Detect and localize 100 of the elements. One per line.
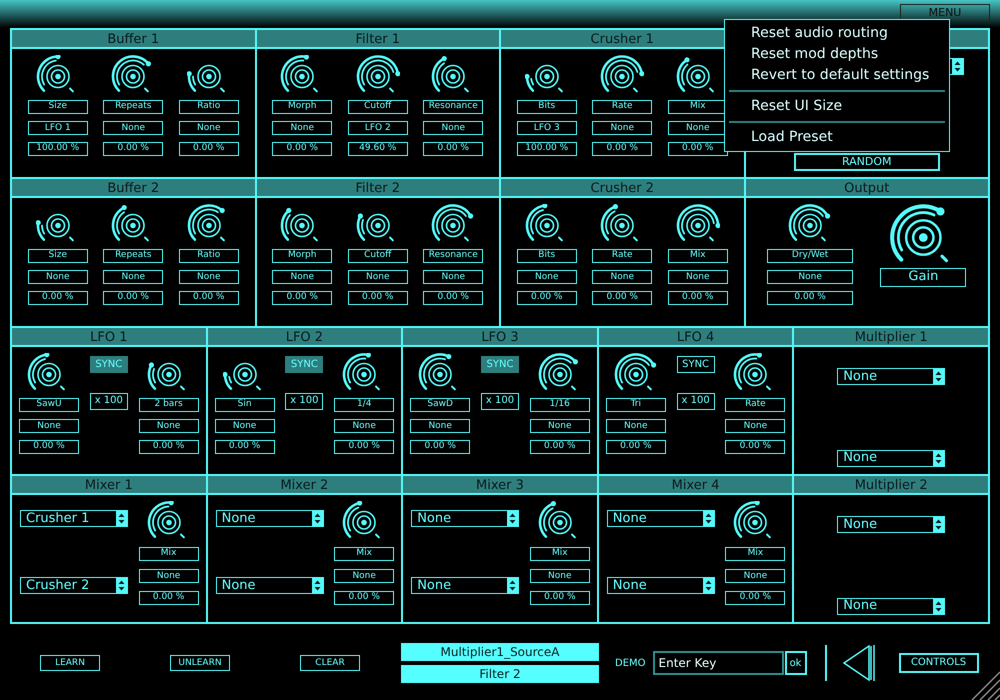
mod-source-selector[interactable]: None <box>668 270 728 284</box>
mod-amount-field[interactable]: 0.00 % <box>178 291 239 305</box>
mod-amount-field[interactable]: 0.00 % <box>592 291 652 305</box>
learn-button[interactable]: CLEAR <box>300 655 360 671</box>
dropdown[interactable]: None <box>411 510 520 527</box>
learn-button[interactable]: LEARN <box>40 655 100 671</box>
parameter-label: Rate <box>592 249 652 263</box>
menu-item[interactable]: Load Preset <box>729 127 945 148</box>
mod-source-selector[interactable]: None <box>103 121 164 135</box>
mod-amount-field[interactable]: 0.00 % <box>410 440 470 454</box>
mod-source-selector[interactable]: None <box>423 121 484 135</box>
mod-source-selector[interactable]: None <box>178 270 239 284</box>
mod-amount-field[interactable]: 0.00 % <box>530 591 590 605</box>
mod-source-selector[interactable]: None <box>272 270 332 284</box>
mod-source-selector[interactable]: LFO 2 <box>348 121 408 135</box>
mod-amount-field[interactable]: 49.60 % <box>348 142 408 156</box>
mod-source-selector[interactable]: None <box>410 419 470 433</box>
sync-multiplier[interactable]: x 100 <box>480 393 519 410</box>
menu-item[interactable]: Reset UI Size <box>729 96 945 117</box>
panel-header: Mixer 2 <box>208 476 402 495</box>
sync-multiplier[interactable]: x 100 <box>285 393 324 410</box>
key-input-field[interactable]: Enter Key <box>652 651 784 675</box>
dropdown[interactable]: None <box>216 510 324 527</box>
mod-source-selector[interactable]: None <box>592 121 652 135</box>
mod-source-selector[interactable]: None <box>606 419 666 433</box>
mod-amount-field[interactable]: 100.00 % <box>516 142 577 156</box>
mod-source-selector[interactable]: None <box>516 270 577 284</box>
sync-multiplier[interactable]: x 100 <box>676 393 715 410</box>
parameter-label: Ratio <box>178 249 239 263</box>
dropdown[interactable]: None <box>837 450 946 467</box>
mod-source-selector[interactable]: None <box>138 419 199 433</box>
mod-source-selector[interactable]: LFO 1 <box>28 121 88 135</box>
panel-header: Mixer 4 <box>598 476 792 495</box>
ok-button[interactable]: ok <box>784 651 807 675</box>
mod-amount-field[interactable]: 0.00 % <box>348 291 408 305</box>
mod-source-selector[interactable]: None <box>214 419 275 433</box>
sync-multiplier[interactable]: x 100 <box>90 393 128 410</box>
dropdown[interactable]: Crusher 2 <box>20 577 128 594</box>
mod-amount-field[interactable]: 0.00 % <box>272 291 332 305</box>
mod-amount-field[interactable]: 0.00 % <box>668 291 728 305</box>
mod-amount-field[interactable]: 0.00 % <box>516 291 577 305</box>
mod-amount-field[interactable]: 0.00 % <box>178 142 239 156</box>
parameter-label: Mix <box>334 547 394 561</box>
dropdown[interactable]: None <box>837 516 946 534</box>
mod-amount-field[interactable]: 0.00 % <box>138 440 199 454</box>
controls-button[interactable]: CONTROLS <box>898 653 979 673</box>
mod-amount-field[interactable]: 0.00 % <box>334 440 394 454</box>
mod-source-selector[interactable]: LFO 3 <box>516 121 577 135</box>
mod-amount-field[interactable]: 0.00 % <box>19 440 79 454</box>
dropdown[interactable]: None <box>606 577 715 594</box>
mod-amount-field[interactable]: 0.00 % <box>334 591 394 605</box>
mod-source-selector[interactable]: None <box>178 121 239 135</box>
mod-amount-field[interactable]: 0.00 % <box>423 291 484 305</box>
dropdown[interactable]: None <box>837 598 946 615</box>
panel-header: LFO 4 <box>598 328 792 347</box>
mod-source-selector[interactable]: None <box>767 270 854 284</box>
mod-amount-field[interactable]: 0.00 % <box>103 142 164 156</box>
panel-header: Filter 2 <box>256 179 499 198</box>
random-button[interactable]: RANDOM <box>794 153 940 171</box>
dropdown[interactable]: None <box>606 510 715 527</box>
mod-source-selector[interactable]: None <box>423 270 484 284</box>
mod-amount-field[interactable]: 0.00 % <box>592 142 652 156</box>
dropdown[interactable]: Crusher 1 <box>20 510 128 527</box>
mod-source-selector[interactable]: None <box>592 270 652 284</box>
mod-source-selector[interactable]: None <box>530 419 590 433</box>
mod-source-selector[interactable]: None <box>725 419 786 433</box>
menu-item[interactable]: Revert to default settings <box>729 65 945 86</box>
mod-source-selector[interactable]: None <box>334 569 394 583</box>
mod-amount-field[interactable]: 0.00 % <box>530 440 590 454</box>
mod-amount-field[interactable]: 0.00 % <box>28 291 88 305</box>
dropdown[interactable]: None <box>216 577 324 594</box>
mod-amount-field[interactable]: 0.00 % <box>767 291 854 305</box>
mod-amount-field[interactable]: 0.00 % <box>214 440 275 454</box>
sync-button[interactable]: SYNC <box>480 356 519 373</box>
panel-header: Mixer 3 <box>403 476 597 495</box>
mod-source-selector[interactable]: None <box>138 569 199 583</box>
mod-source-selector[interactable]: None <box>19 419 79 433</box>
dropdown[interactable]: None <box>411 577 520 594</box>
mod-source-selector[interactable]: None <box>725 569 786 583</box>
learn-button[interactable]: UNLEARN <box>170 655 230 671</box>
parameter-label: Sin <box>214 398 275 412</box>
mod-source-selector[interactable]: None <box>348 270 408 284</box>
dropdown[interactable]: None <box>837 368 946 386</box>
sync-button[interactable]: SYNC <box>285 356 324 373</box>
mod-amount-field[interactable]: 0.00 % <box>725 591 786 605</box>
mod-amount-field[interactable]: 0.00 % <box>606 440 666 454</box>
mod-amount-field[interactable]: 0.00 % <box>725 440 786 454</box>
mod-source-selector[interactable]: None <box>530 569 590 583</box>
mod-amount-field[interactable]: 0.00 % <box>668 142 728 156</box>
mod-source-selector[interactable]: None <box>272 121 332 135</box>
mod-amount-field[interactable]: 0.00 % <box>138 591 199 605</box>
mod-amount-field[interactable]: 0.00 % <box>103 291 164 305</box>
mod-source-selector[interactable]: None <box>334 419 394 433</box>
mod-source-selector[interactable]: None <box>28 270 88 284</box>
sync-button[interactable]: SYNC <box>676 356 715 373</box>
mod-source-selector[interactable]: None <box>103 270 164 284</box>
mod-amount-field[interactable]: 0.00 % <box>272 142 332 156</box>
sync-button[interactable]: SYNC <box>90 356 128 373</box>
mod-amount-field[interactable]: 100.00 % <box>28 142 88 156</box>
mod-amount-field[interactable]: 0.00 % <box>423 142 484 156</box>
